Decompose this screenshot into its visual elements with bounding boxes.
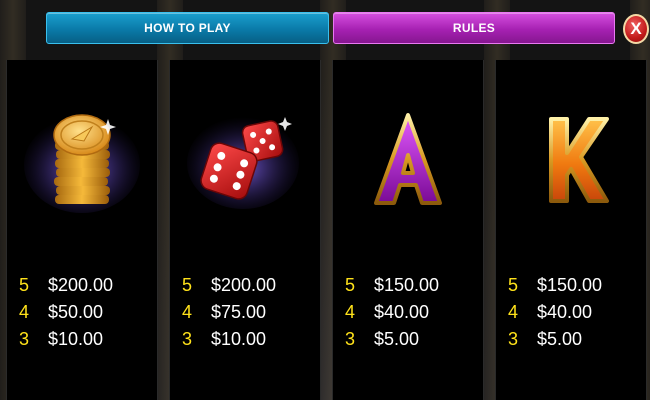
payout-row: 3 $10.00 — [19, 326, 113, 353]
close-button[interactable]: X — [623, 14, 649, 44]
payout-value: $40.00 — [537, 302, 593, 322]
payout-value: $10.00 — [211, 329, 267, 349]
payout-count: 5 — [508, 275, 519, 295]
payout-row: 5 $150.00 — [345, 272, 439, 299]
payout-row: 3 $5.00 — [345, 326, 439, 353]
letter-a-icon — [348, 105, 468, 215]
paytable-column-k: 5 $150.00 4 $40.00 3 $5.00 — [495, 60, 647, 400]
payout-list: 5 $200.00 4 $75.00 3 $10.00 — [182, 272, 276, 353]
payout-list: 5 $200.00 4 $50.00 3 $10.00 — [19, 272, 113, 353]
close-icon: X — [630, 19, 642, 38]
payout-row: 3 $10.00 — [182, 326, 276, 353]
payout-count: 4 — [19, 302, 30, 322]
payout-row: 4 $50.00 — [19, 299, 113, 326]
payout-count: 5 — [19, 275, 30, 295]
payout-value: $50.00 — [48, 302, 104, 322]
payout-count: 4 — [508, 302, 519, 322]
payout-count: 5 — [345, 275, 356, 295]
payout-value: $5.00 — [537, 329, 583, 349]
payout-count: 3 — [182, 329, 193, 349]
payout-value: $75.00 — [211, 302, 267, 322]
payout-value: $5.00 — [374, 329, 420, 349]
payout-count: 3 — [345, 329, 356, 349]
paytable-column-a: 5 $150.00 4 $40.00 3 $5.00 — [332, 60, 484, 400]
payout-row: 4 $40.00 — [508, 299, 602, 326]
payout-row: 4 $75.00 — [182, 299, 276, 326]
payout-row: 5 $150.00 — [508, 272, 602, 299]
paytable-screen: HOW TO PLAY RULES X 5 $200.00 4 $50.00 3… — [0, 0, 650, 400]
payout-count: 4 — [182, 302, 193, 322]
payout-value: $10.00 — [48, 329, 104, 349]
payout-value: $150.00 — [374, 275, 440, 295]
payout-row: 5 $200.00 — [182, 272, 276, 299]
gold-coin-stack-icon — [22, 105, 142, 215]
payout-count: 3 — [508, 329, 519, 349]
paytable-column-dice: 5 $200.00 4 $75.00 3 $10.00 — [169, 60, 321, 400]
letter-k-icon — [511, 105, 631, 215]
paytable-column-coins: 5 $200.00 4 $50.00 3 $10.00 — [6, 60, 158, 400]
payout-count: 4 — [345, 302, 356, 322]
tab-rules[interactable]: RULES — [333, 12, 615, 44]
payout-row: 3 $5.00 — [508, 326, 602, 353]
payout-count: 3 — [19, 329, 30, 349]
payout-value: $200.00 — [48, 275, 114, 295]
payout-row: 5 $200.00 — [19, 272, 113, 299]
payout-list: 5 $150.00 4 $40.00 3 $5.00 — [508, 272, 602, 353]
payout-value: $200.00 — [211, 275, 277, 295]
dice-icon — [185, 105, 305, 215]
payout-value: $150.00 — [537, 275, 603, 295]
payout-value: $40.00 — [374, 302, 430, 322]
tab-how-to-play[interactable]: HOW TO PLAY — [46, 12, 329, 44]
payout-count: 5 — [182, 275, 193, 295]
payout-list: 5 $150.00 4 $40.00 3 $5.00 — [345, 272, 439, 353]
payout-row: 4 $40.00 — [345, 299, 439, 326]
